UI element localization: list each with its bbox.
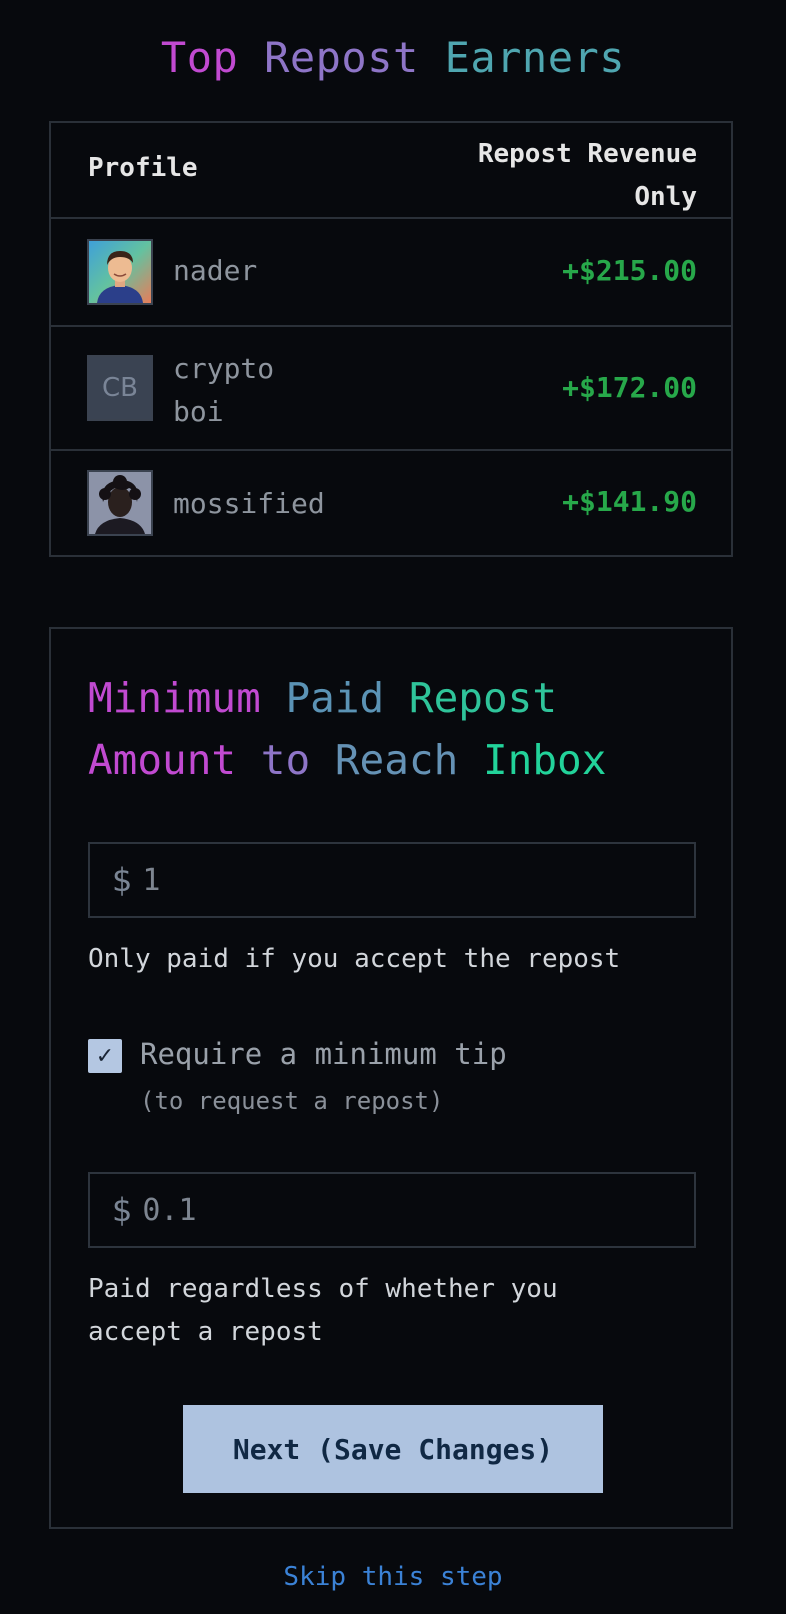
profile-name-line: boi: [173, 395, 224, 428]
avatar[interactable]: CB: [87, 355, 153, 421]
min-repost-help-text: Only paid if you accept the repost: [88, 944, 621, 974]
settings-title-word: to: [260, 736, 311, 784]
settings-title-word: Repost: [408, 674, 558, 722]
column-header-profile: Profile: [88, 153, 198, 183]
table-header: Profile Repost Revenue Only: [51, 123, 731, 219]
profile-name[interactable]: mossified: [173, 482, 325, 525]
revenue-amount: +$172.00: [562, 371, 697, 404]
min-tip-value[interactable]: 0.1: [142, 1193, 196, 1228]
skip-step-link[interactable]: Skip this step: [0, 1562, 786, 1592]
profile-name[interactable]: nader: [173, 249, 257, 292]
avatar[interactable]: [87, 239, 153, 305]
revenue-amount: +$215.00: [562, 254, 697, 287]
repost-settings-card: Minimum Paid Repost Amount to Reach Inbo…: [49, 627, 733, 1529]
table-row[interactable]: nader +$215.00: [51, 219, 731, 327]
column-header-revenue: Repost Revenue Only: [397, 133, 697, 219]
min-repost-amount-value[interactable]: 1: [142, 863, 160, 898]
table-row[interactable]: CB crypto boi +$172.00: [51, 327, 731, 451]
settings-title-word: Reach: [334, 736, 459, 784]
min-tip-input[interactable]: $ 0.1: [88, 1172, 696, 1248]
settings-title-word: Minimum: [88, 674, 261, 722]
settings-title: Minimum Paid Repost Amount to Reach Inbo…: [88, 667, 708, 791]
min-repost-amount-input[interactable]: $ 1: [88, 842, 696, 918]
title-word: Earners: [444, 33, 626, 82]
settings-title-word: Amount: [88, 736, 237, 784]
profile-name-line: crypto: [173, 352, 275, 385]
page-title: Top Repost Earners: [0, 28, 786, 88]
checkmark-icon: ✓: [95, 1043, 115, 1069]
table-row[interactable]: mossified +$141.90: [51, 451, 731, 555]
earners-table: Profile Repost Revenue Only nader +$215.…: [49, 121, 733, 557]
require-tip-sublabel: (to request a repost): [140, 1087, 444, 1115]
settings-title-word: Paid: [285, 674, 385, 722]
revenue-amount: +$141.90: [562, 485, 697, 518]
column-header-revenue-line: Repost Revenue: [477, 139, 697, 169]
dollar-icon: $: [112, 861, 133, 899]
title-word: Repost: [264, 33, 419, 82]
min-tip-help-text: Paid regardless of whether you accept a …: [88, 1274, 558, 1347]
next-save-button[interactable]: Next (Save Changes): [183, 1405, 603, 1493]
dollar-icon: $: [112, 1191, 133, 1229]
column-header-revenue-line: Only: [634, 182, 697, 212]
profile-name[interactable]: crypto boi: [173, 347, 313, 433]
title-word: Top: [160, 33, 239, 82]
avatar[interactable]: [87, 470, 153, 536]
page: Top Repost Earners Profile Repost Revenu…: [0, 0, 786, 1614]
require-tip-checkbox[interactable]: ✓: [88, 1039, 122, 1073]
settings-title-word: Inbox: [482, 736, 607, 784]
require-tip-label[interactable]: Require a minimum tip: [140, 1037, 507, 1071]
